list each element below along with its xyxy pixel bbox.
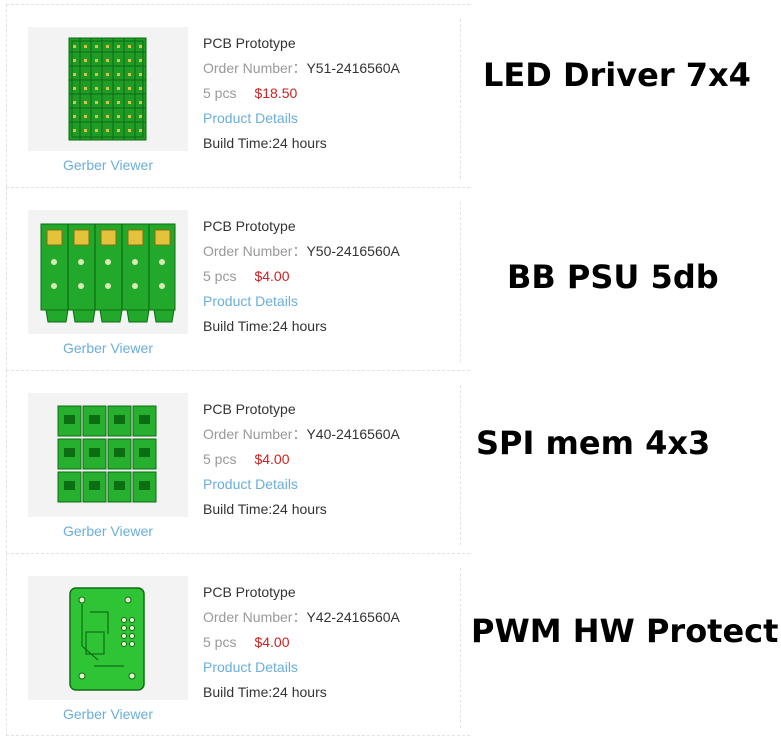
annotation-pwm-protect: PWM HW Protect	[471, 612, 779, 650]
product-type: PCB Prototype	[203, 35, 296, 51]
pcb-thumbnail-led-driver[interactable]	[28, 27, 188, 151]
order-number: Y51-2416560A	[306, 60, 400, 76]
quantity: 5 pcs	[203, 634, 237, 650]
gerber-viewer-link[interactable]: Gerber Viewer	[28, 706, 188, 722]
price: $18.50	[254, 85, 298, 101]
order-list: Gerber Viewer PCB Prototype Order Number…	[6, 4, 470, 736]
gerber-viewer-link[interactable]: Gerber Viewer	[28, 340, 188, 356]
quantity: 5 pcs	[203, 85, 237, 101]
order-row: Gerber Viewer PCB Prototype Order Number…	[6, 370, 470, 553]
divider	[460, 202, 461, 362]
price: $4.00	[254, 451, 290, 467]
price: $4.00	[254, 268, 290, 284]
order-info: PCB Prototype Order Number：Y51-2416560A …	[203, 31, 400, 156]
order-info: PCB Prototype Order Number：Y50-2416560A …	[203, 214, 400, 339]
product-details-link[interactable]: Product Details	[203, 655, 400, 680]
product-type: PCB Prototype	[203, 584, 296, 600]
order-number-label: Order Number：	[203, 243, 307, 259]
divider	[460, 19, 461, 179]
gerber-viewer-link[interactable]: Gerber Viewer	[28, 523, 188, 539]
product-details-link[interactable]: Product Details	[203, 106, 400, 131]
build-time: Build Time:24 hours	[203, 501, 327, 517]
build-time: Build Time:24 hours	[203, 684, 327, 700]
build-time: Build Time:24 hours	[203, 318, 327, 334]
product-type: PCB Prototype	[203, 401, 296, 417]
order-number: Y50-2416560A	[306, 243, 400, 259]
divider	[460, 568, 461, 728]
order-info: PCB Prototype Order Number：Y40-2416560A …	[203, 397, 400, 522]
annotation-led-driver: LED Driver 7x4	[483, 56, 751, 94]
order-info: PCB Prototype Order Number：Y42-2416560A …	[203, 580, 400, 705]
divider	[460, 385, 461, 545]
order-number-label: Order Number：	[203, 609, 307, 625]
pcb-thumbnail-pwm-protect[interactable]	[28, 576, 188, 700]
annotation-psu: BB PSU 5db	[507, 258, 719, 296]
product-type: PCB Prototype	[203, 218, 296, 234]
order-row: Gerber Viewer PCB Prototype Order Number…	[6, 553, 470, 736]
product-details-link[interactable]: Product Details	[203, 472, 400, 497]
order-row: Gerber Viewer PCB Prototype Order Number…	[6, 4, 470, 187]
order-number-label: Order Number：	[203, 426, 307, 442]
gerber-viewer-link[interactable]: Gerber Viewer	[28, 157, 188, 173]
order-number-label: Order Number：	[203, 60, 307, 76]
order-row: Gerber Viewer PCB Prototype Order Number…	[6, 187, 470, 370]
order-number: Y40-2416560A	[306, 426, 400, 442]
product-details-link[interactable]: Product Details	[203, 289, 400, 314]
quantity: 5 pcs	[203, 268, 237, 284]
price: $4.00	[254, 634, 290, 650]
build-time: Build Time:24 hours	[203, 135, 327, 151]
order-number: Y42-2416560A	[306, 609, 400, 625]
quantity: 5 pcs	[203, 451, 237, 467]
pcb-thumbnail-spi-mem[interactable]	[28, 393, 188, 517]
pcb-thumbnail-psu[interactable]	[28, 210, 188, 334]
annotation-spi-mem: SPI mem 4x3	[476, 424, 711, 462]
